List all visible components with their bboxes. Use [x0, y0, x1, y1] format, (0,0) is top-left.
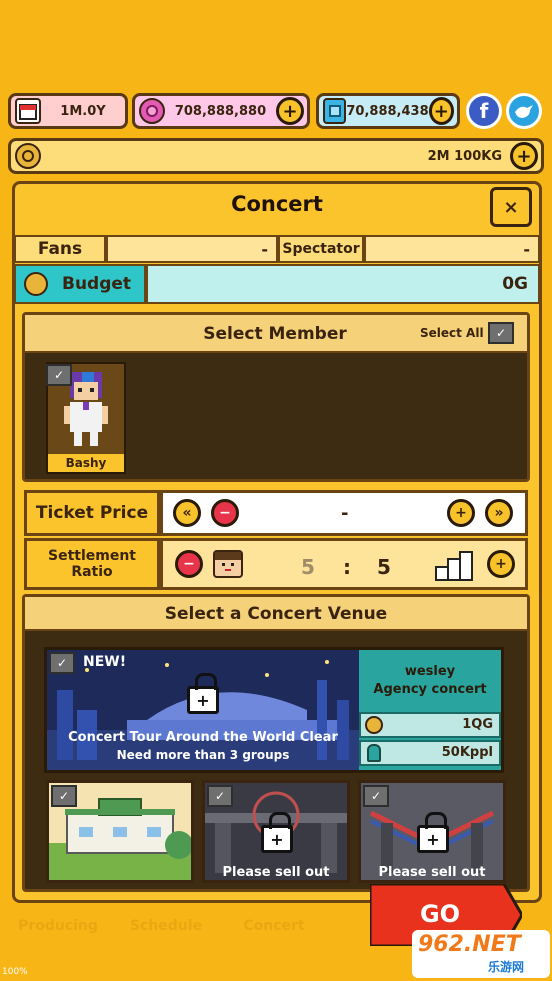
new-badge: NEW! [83, 654, 127, 670]
venue-card-main[interactable]: ✓ NEW! + Concert Tour Around the World C… [44, 647, 504, 773]
venue-cost-value: 1QG [462, 717, 493, 732]
fans-label: Fans [37, 239, 83, 259]
percent-label: 100% [2, 967, 28, 977]
ticket-price-label: Ticket Price [35, 503, 149, 523]
spectator-value: - [523, 239, 530, 259]
spectator-label-cell: Spectator [278, 235, 364, 263]
close-button[interactable]: × [490, 187, 532, 227]
budget-label-cell: Budget [14, 264, 146, 304]
gem-value: 708,888,880 [174, 103, 267, 119]
venue-cost-row: 1QG [359, 712, 501, 738]
venue-2-checkbox[interactable]: ✓ [207, 785, 233, 807]
coin-icon [24, 272, 48, 296]
settlement-label-1: Settlement [48, 548, 136, 564]
budget-value-cell: 0G [146, 264, 540, 304]
watermark-sub-text: 乐游网 [488, 960, 525, 974]
ticket-fast-decrease-button[interactable]: « [173, 499, 201, 527]
select-venue-title: Select a Concert Venue [164, 604, 388, 624]
go-label: GO [419, 900, 461, 928]
lock-icon: + [417, 812, 449, 853]
settlement-label-cell: Settlement Ratio [24, 538, 160, 590]
diamond-value: 70,888,438 [346, 103, 429, 119]
date-value: 1M.0Y [60, 103, 106, 119]
fans-value-cell: - [106, 235, 278, 263]
venue-card-2[interactable]: ✓ + Please sell out [202, 780, 350, 883]
venue-main-name-1: wesley [404, 664, 456, 679]
blue-diamond-icon [323, 98, 347, 124]
venue-main-info: wesley Agency concert 1QG 50Kppl [359, 650, 501, 770]
venue-card-1[interactable]: ✓ [46, 780, 194, 883]
member-face-icon [213, 550, 243, 578]
venue-main-caption-2: Need more than 3 groups [116, 748, 290, 762]
ticket-price-control: « − - + » [160, 490, 528, 536]
tab-producing[interactable]: Producing [8, 918, 108, 934]
diamond-pill: 70,888,438 + [316, 93, 460, 129]
member-card-bashy[interactable]: ✓ Bashy [46, 362, 126, 474]
company-building-icon [435, 551, 473, 585]
ticket-price-value: - [341, 503, 349, 524]
settlement-label-2: Ratio [71, 564, 113, 580]
lock-icon: + [187, 673, 219, 714]
ratio-decrease-button[interactable]: − [175, 550, 203, 578]
ticket-decrease-button[interactable]: − [211, 499, 239, 527]
watermark-logo: 962.NET 乐游网 [412, 930, 550, 978]
ratio-right-value: 5 [377, 555, 391, 579]
add-diamonds-button[interactable]: + [428, 97, 454, 125]
ratio-left-value: 5 [301, 555, 315, 579]
member-checkbox[interactable]: ✓ [46, 364, 72, 386]
venue-2-caption: Please sell out [222, 865, 330, 880]
venue-card-3[interactable]: ✓ + Please sell out [358, 780, 506, 883]
ticket-price-label-cell: Ticket Price [24, 490, 160, 536]
venue-1-checkbox[interactable]: ✓ [51, 785, 77, 807]
fans-label-cell: Fans [14, 235, 106, 263]
ratio-increase-button[interactable]: + [487, 550, 515, 578]
ticket-fast-increase-button[interactable]: » [485, 499, 513, 527]
lock-icon: + [261, 812, 293, 853]
venue-main-caption-1: Concert Tour Around the World Clear [68, 730, 338, 745]
venue-fans-value: 50Kppl [441, 745, 493, 760]
budget-label: Budget [62, 274, 132, 294]
select-all-checkbox[interactable]: ✓ [488, 322, 514, 344]
bird-icon[interactable] [506, 93, 542, 129]
close-icon: × [503, 196, 519, 218]
coin-icon [15, 143, 41, 169]
add-money-button[interactable]: + [510, 142, 538, 170]
venue-main-checkbox[interactable]: ✓ [49, 652, 75, 674]
select-all-label: Select All [420, 326, 484, 340]
ticket-increase-button[interactable]: + [447, 499, 475, 527]
venue-main-name-2: Agency concert [373, 682, 487, 697]
settlement-ratio-control: − 5 : 5 + [160, 538, 528, 590]
fans-value: - [261, 239, 268, 259]
select-member-title: Select Member [203, 324, 347, 344]
money-pill: 2M 100KG + [8, 138, 544, 174]
member-name-bar: Bashy [48, 454, 124, 472]
gem-pill: 708,888,880 + [132, 93, 310, 129]
person-icon [367, 744, 381, 762]
coin-icon [365, 716, 383, 734]
ratio-separator: : [343, 555, 351, 579]
budget-value: 0G [502, 274, 528, 294]
tab-concert[interactable]: Concert [224, 918, 324, 934]
venue-fans-row: 50Kppl [359, 740, 501, 766]
money-value: 2M 100KG [427, 148, 502, 164]
venue-3-checkbox[interactable]: ✓ [363, 785, 389, 807]
spectator-value-cell: - [364, 235, 540, 263]
pink-gem-icon [139, 98, 165, 124]
member-name: Bashy [65, 456, 107, 470]
calendar-icon [15, 98, 41, 124]
spectator-label: Spectator [282, 241, 360, 257]
tab-schedule[interactable]: Schedule [116, 918, 216, 934]
venue-3-caption: Please sell out [378, 865, 486, 880]
watermark-logo-text: 962.NET [418, 932, 521, 957]
panel-title: Concert [231, 192, 323, 216]
add-gems-button[interactable]: + [276, 97, 304, 125]
date-pill: 1M.0Y [8, 93, 128, 129]
facebook-icon[interactable]: f [466, 93, 502, 129]
